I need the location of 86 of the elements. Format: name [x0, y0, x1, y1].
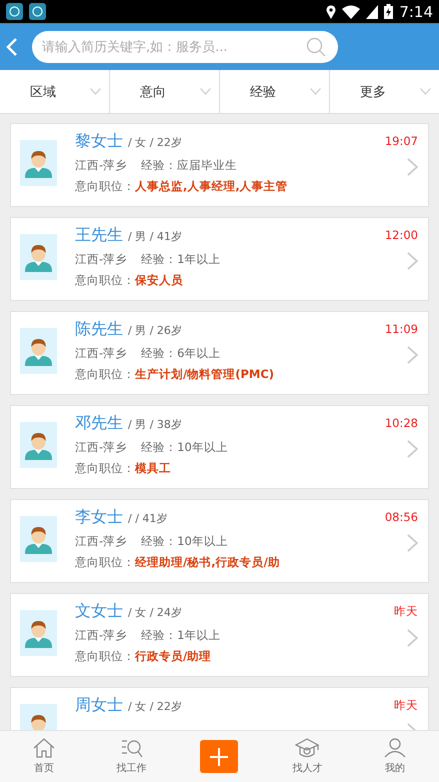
location-text: 江西-萍乡 — [75, 440, 128, 455]
candidate-name: 陈先生 — [75, 319, 123, 340]
intent-label: 意向职位： — [75, 555, 135, 570]
candidate-meta: / 男 / 26岁 — [128, 323, 182, 338]
intent-positions: 生产计划/物料管理(PMC) — [135, 367, 274, 382]
intent-label: 意向职位： — [75, 273, 135, 288]
avatar-icon — [20, 516, 57, 562]
candidate-meta: / 男 / 41岁 — [128, 229, 182, 244]
experience-text: 经验：10年以上 — [141, 534, 228, 549]
search-icon[interactable] — [306, 37, 326, 57]
resume-card[interactable]: 周女士 / 女 / 22岁 昨天 — [10, 687, 429, 730]
app-icon — [29, 3, 46, 20]
tab-label[interactable]: 找工作 — [116, 761, 147, 775]
candidate-meta: / 女 / 22岁 — [128, 699, 182, 714]
experience-text: 经验：10年以上 — [141, 440, 228, 455]
avatar-icon — [20, 328, 57, 374]
intent-label: 意向职位： — [75, 649, 135, 664]
wifi-icon — [342, 4, 360, 18]
experience-text: 经验：应届毕业生 — [141, 158, 238, 173]
candidate-name: 黎女士 — [75, 131, 123, 152]
resume-card[interactable]: 李女士 / / 41岁 江西-萍乡 经验：10年以上 意向职位：经理助理/秘书,行政专员/助 08:56 — [10, 499, 429, 583]
avatar-icon — [20, 140, 57, 186]
back-icon[interactable] — [6, 37, 18, 57]
intent-label: 意向职位： — [75, 461, 135, 476]
tab-label[interactable]: 找人才 — [292, 761, 322, 775]
app-icon — [6, 3, 23, 20]
intent-positions: 人事总监,人事经理,人事主管 — [135, 179, 288, 194]
experience-text: 经验：6年以上 — [141, 346, 220, 361]
update-time: 11:09 — [384, 322, 418, 336]
intent-positions: 保安人员 — [135, 273, 183, 288]
intent-positions: 行政专员/助理 — [135, 649, 212, 664]
experience-text: 经验：1年以上 — [141, 252, 220, 267]
filter-dropdown[interactable]: 区域 — [0, 70, 110, 113]
update-time: 08:56 — [384, 510, 418, 524]
resume-card[interactable]: 黎女士 / 女 / 22岁 江西-萍乡 经验：应届毕业生 意向职位：人事总监,人事经理,人事主管 19:07 — [10, 123, 429, 207]
caret-icon — [90, 88, 101, 95]
resume-card[interactable]: 王先生 / 男 / 41岁 江西-萍乡 经验：1年以上 意向职位：保安人员 12:00 — [10, 217, 429, 301]
candidate-name: 文女士 — [75, 601, 123, 622]
location-text: 江西-萍乡 — [75, 158, 128, 173]
avatar-icon — [20, 610, 57, 656]
candidate-name: 王先生 — [75, 225, 123, 246]
tab-label[interactable]: 我的 — [385, 761, 406, 775]
update-time: 10:28 — [384, 416, 418, 430]
location-text: 江西-萍乡 — [75, 628, 128, 643]
intent-positions: 模具工 — [135, 461, 171, 476]
plus-icon — [210, 748, 228, 766]
filter-dropdown[interactable]: 意向 — [110, 70, 220, 113]
caret-icon — [310, 88, 321, 95]
intent-positions: 经理助理/秘书,行政专员/助 — [135, 555, 280, 570]
location-icon — [326, 4, 336, 18]
experience-text: 经验：1年以上 — [141, 628, 220, 643]
candidate-name: 邓先生 — [75, 413, 123, 434]
intent-label: 意向职位： — [75, 367, 135, 382]
status-time: 7:14 — [399, 2, 433, 20]
signal-icon — [366, 4, 378, 18]
caret-icon — [420, 88, 431, 95]
candidate-meta: / 女 / 22岁 — [128, 135, 182, 150]
search-field[interactable]: 请输入简历关键字,如：服务员... — [32, 31, 338, 63]
battery-icon — [384, 4, 394, 19]
tab-label[interactable]: 首页 — [34, 761, 54, 775]
avatar-icon — [20, 422, 57, 468]
graduation-cap-icon — [295, 738, 320, 758]
avatar-icon — [20, 234, 57, 280]
home-icon — [32, 738, 55, 758]
candidate-meta: / / 41岁 — [128, 511, 168, 526]
resume-card[interactable]: 邓先生 / 男 / 38岁 江西-萍乡 经验：10年以上 意向职位：模具工 10:28 — [10, 405, 429, 489]
resume-card[interactable]: 文女士 / 女 / 24岁 江西-萍乡 经验：1年以上 意向职位：行政专员/助理 昨天 — [10, 593, 429, 677]
candidate-name: 周女士 — [75, 695, 123, 716]
filter-dropdown[interactable]: 更多 — [330, 70, 439, 113]
candidate-meta: / 女 / 24岁 — [128, 605, 182, 620]
update-time: 19:07 — [384, 134, 418, 148]
update-time: 昨天 — [394, 604, 418, 619]
caret-icon — [200, 88, 211, 95]
update-time: 12:00 — [384, 228, 418, 242]
location-text: 江西-萍乡 — [75, 252, 128, 267]
search-icon — [120, 738, 143, 758]
resume-card[interactable]: 陈先生 / 男 / 26岁 江西-萍乡 经验：6年以上 意向职位：生产计划/物料管理(PMC) 11:09 — [10, 311, 429, 395]
location-text: 江西-萍乡 — [75, 346, 128, 361]
candidate-name: 李女士 — [75, 507, 123, 528]
user-icon — [384, 738, 406, 758]
add-button[interactable] — [200, 740, 238, 773]
intent-label: 意向职位： — [75, 179, 135, 194]
filter-dropdown[interactable]: 经验 — [220, 70, 330, 113]
update-time: 昨天 — [394, 698, 418, 713]
candidate-meta: / 男 / 38岁 — [128, 417, 182, 432]
location-text: 江西-萍乡 — [75, 534, 128, 549]
